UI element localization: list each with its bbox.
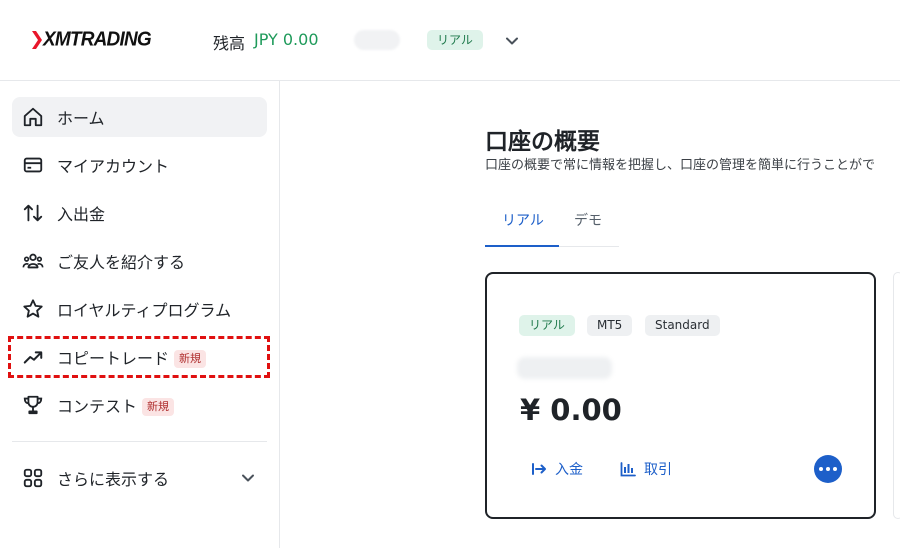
star-icon xyxy=(21,297,45,321)
page-subtitle: 口座の概要で常に情報を把握し、口座の管理を簡単に行うことがで xyxy=(485,158,876,173)
hidden-account-number xyxy=(354,30,400,50)
sidebar-item-deposit-withdraw[interactable]: 入出金 xyxy=(12,193,267,233)
sidebar-item-refer-friend[interactable]: ご友人を紹介する xyxy=(12,241,267,281)
chip-platform: MT5 xyxy=(587,315,633,336)
chip-account-type: リアル xyxy=(519,315,575,336)
sidebar-item-label: 入出金 xyxy=(57,205,106,224)
chevron-down-icon[interactable] xyxy=(503,32,521,50)
sidebar-item-label: ロイヤルティプログラム xyxy=(57,301,232,320)
balance-label: 残高 xyxy=(213,34,246,53)
tab-demo[interactable]: デモ xyxy=(574,210,602,230)
sidebar-item-label: コピートレード 新規 xyxy=(57,345,207,369)
more-dot-icon xyxy=(819,467,823,471)
home-icon xyxy=(21,105,45,129)
deposit-arrow-icon xyxy=(532,463,546,475)
deposit-button[interactable]: 入金 xyxy=(531,459,583,479)
more-dot-icon xyxy=(833,467,837,471)
logo-mark-icon xyxy=(32,31,42,49)
sidebar-item-label: さらに表示する xyxy=(57,470,170,489)
trending-up-icon xyxy=(21,345,45,369)
logo-text: XMTRADING xyxy=(43,28,152,51)
sidebar-item-contest[interactable]: コンテスト 新規 xyxy=(12,385,267,425)
top-bar: XMTRADING 残高 JPY 0.00 リアル xyxy=(0,0,900,81)
sidebar-item-label: ご友人を紹介する xyxy=(57,253,186,272)
balance-value: JPY 0.00 xyxy=(254,30,319,49)
sidebar-item-copy-trade[interactable]: コピートレード 新規 xyxy=(12,337,267,377)
account-balance: ¥ 0.00 xyxy=(520,393,622,427)
sidebar-item-my-account[interactable]: マイアカウント xyxy=(12,145,267,185)
trophy-icon xyxy=(21,393,45,417)
deposit-label: 入金 xyxy=(555,462,583,478)
account-card[interactable]: リアル MT5 Standard ¥ 0.00 入金 取引 xyxy=(485,272,876,519)
chevron-down-icon xyxy=(242,474,254,482)
sidebar-item-home[interactable]: ホーム xyxy=(12,97,267,137)
sidebar-item-label: コンテスト 新規 xyxy=(57,393,175,417)
new-badge: 新規 xyxy=(142,398,175,416)
sidebar-item-label: マイアカウント xyxy=(57,157,170,176)
xmtrading-logo[interactable]: XMTRADING xyxy=(32,28,152,52)
new-badge: 新規 xyxy=(174,350,207,368)
more-options-button[interactable] xyxy=(814,455,842,483)
sidebar-item-show-more[interactable]: さらに表示する xyxy=(12,458,267,498)
transfer-arrows-icon xyxy=(21,201,45,225)
trade-history-label: 取引 xyxy=(644,462,672,478)
chart-bars-icon xyxy=(620,462,636,477)
next-account-card[interactable] xyxy=(893,272,900,519)
account-tabs: リアル デモ xyxy=(485,200,619,247)
trade-history-button[interactable]: 取引 xyxy=(620,459,672,479)
tab-real[interactable]: リアル xyxy=(502,210,544,230)
sidebar-divider xyxy=(12,441,267,442)
hidden-account-id xyxy=(517,357,612,379)
card-icon xyxy=(21,153,45,177)
sidebar-item-loyalty-program[interactable]: ロイヤルティプログラム xyxy=(12,289,267,329)
tab-underline xyxy=(485,245,559,247)
people-icon xyxy=(21,249,45,273)
sidebar-item-label: ホーム xyxy=(57,109,105,128)
more-dot-icon xyxy=(826,467,830,471)
chip-account-kind: Standard xyxy=(645,315,720,336)
grid-icon xyxy=(21,466,45,490)
account-type-badge: リアル xyxy=(427,30,483,50)
sidebar: ホーム マイアカウント 入出金 ご友人を紹介する ロイヤルティプログラム コピー… xyxy=(0,81,280,548)
page-title: 口座の概要 xyxy=(485,129,600,155)
